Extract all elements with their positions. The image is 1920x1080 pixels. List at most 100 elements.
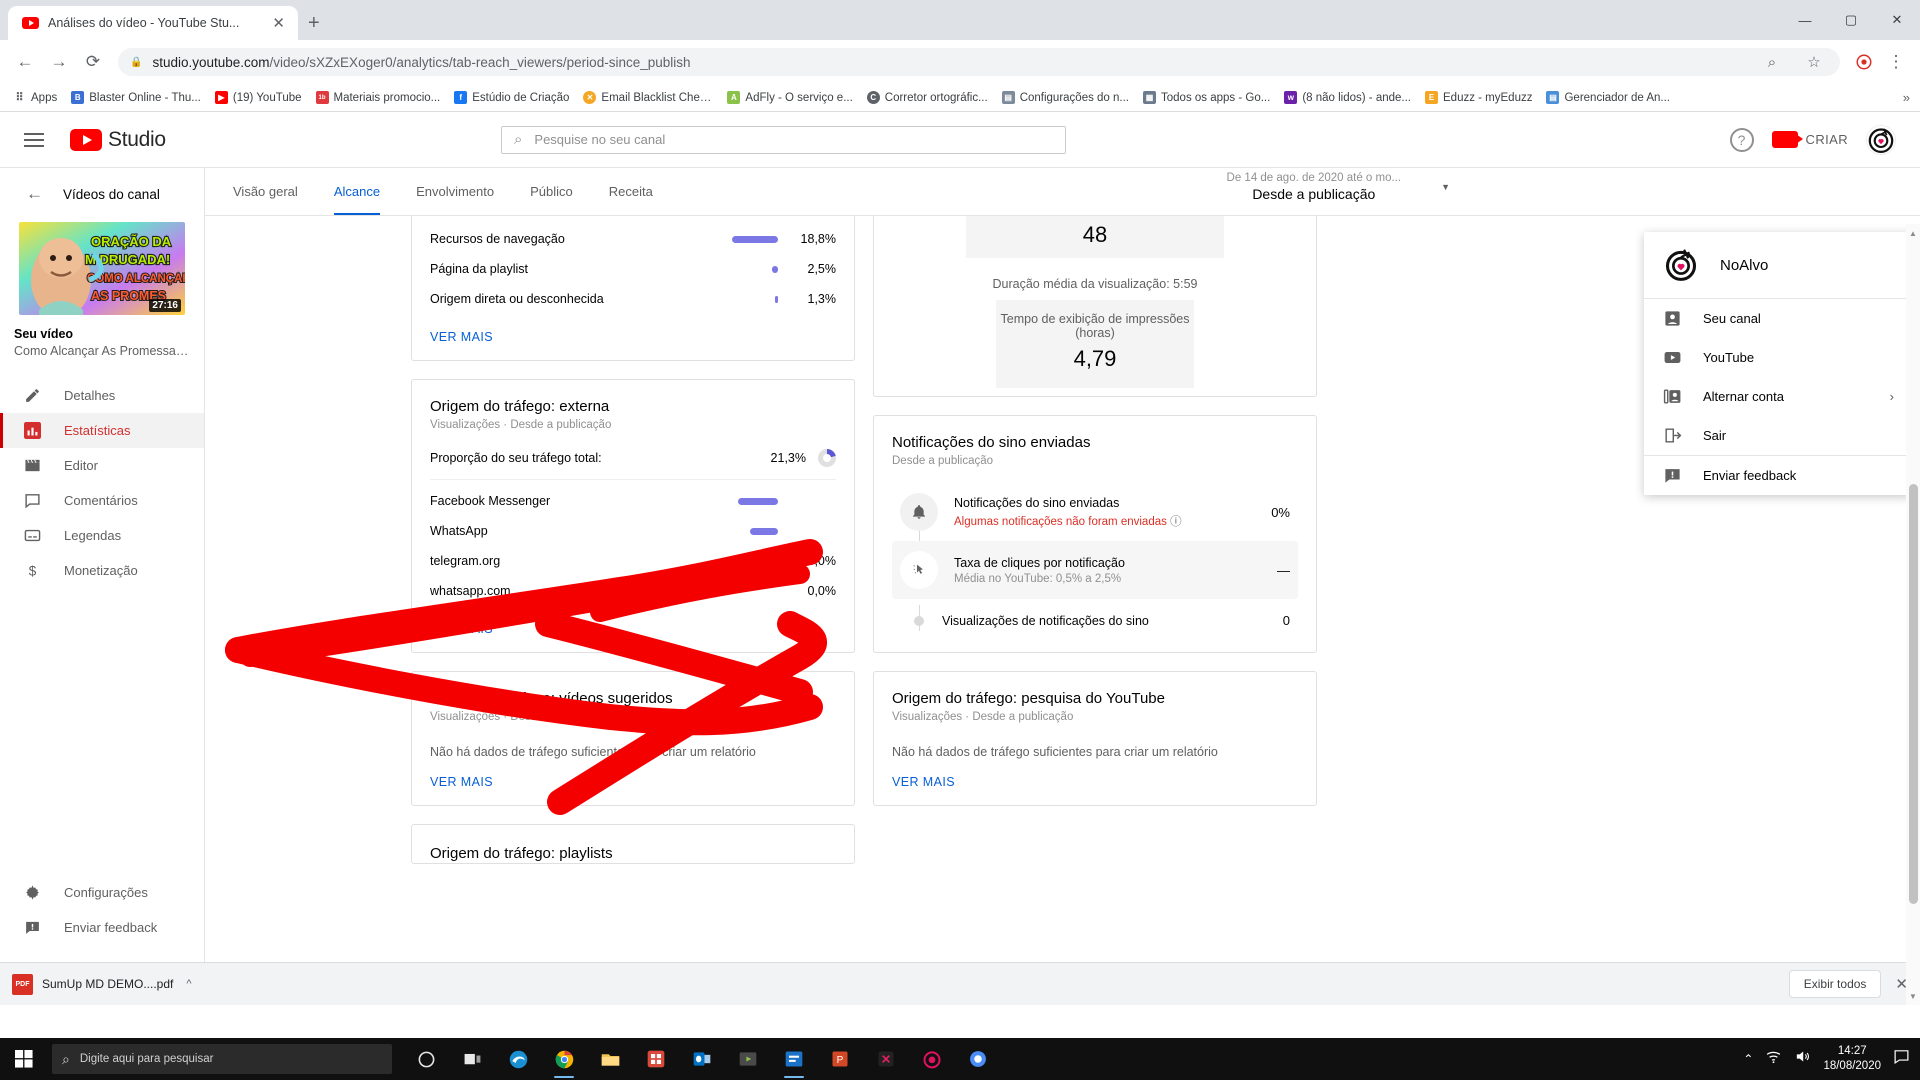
address-bar[interactable]: 🔒 studio.youtube.com/video/sXZxEXoger0/a… [118,48,1840,76]
tab-receita[interactable]: Receita [591,168,671,215]
sidebar-item-estatisticas[interactable]: Estatísticas [0,413,204,448]
outlook-icon[interactable] [680,1038,724,1080]
back-icon[interactable]: ← [10,47,40,77]
download-item[interactable]: PDF SumUp MD DEMO....pdf ^ [12,973,192,995]
card-subtitle: Visualizações · Desde a publicação [430,419,612,431]
funnel-top-number: 48 [1082,222,1108,247]
sidebar-item-comentarios[interactable]: Comentários [0,483,204,518]
scroll-down-arrow-icon[interactable]: ▼ [1906,989,1920,1003]
tab-envolvimento[interactable]: Envolvimento [398,168,512,215]
vertical-scrollbar[interactable]: ▲ ▼ [1906,224,1920,1005]
video-title: Como Alcançar As Promessas De D... [14,344,190,358]
bookmark-item[interactable]: ▤ Gerenciador de An... [1539,88,1676,107]
new-tab-button[interactable]: + [308,13,320,33]
bookmark-item[interactable]: 1b Materiais promocio... [309,88,448,107]
avatar[interactable] [1866,124,1896,155]
browser2-icon[interactable] [956,1038,1000,1080]
minimize-button[interactable]: — [1782,0,1828,40]
account-item-seu-canal[interactable]: Seu canal [1644,299,1912,338]
account-item-sair[interactable]: Sair [1644,416,1912,455]
sidebar-item-monetizacao[interactable]: $ Monetização [0,553,204,588]
cortana-icon[interactable] [404,1038,448,1080]
task-view-icon[interactable] [450,1038,494,1080]
volume-icon[interactable] [1794,1048,1811,1070]
notification-icon[interactable] [1893,1048,1910,1070]
bookmarks-overflow-icon[interactable]: » [1903,90,1914,105]
help-icon[interactable]: ? [1729,127,1754,152]
row-label: whatsapp.com [430,584,511,598]
account-item-enviar-feedback[interactable]: Enviar feedback [1644,456,1912,495]
row-label: telegram.org [430,554,501,568]
bookmark-item[interactable]: ▦ Todos os apps - Go... [1136,88,1277,107]
browser-tab[interactable]: Análises do vídeo - YouTube Stu... ✕ [8,6,298,40]
camtasia-icon[interactable] [726,1038,770,1080]
window-controls: — ▢ ✕ [1782,0,1920,40]
svg-text:COMO ALCANÇAR: COMO ALCANÇAR [87,273,185,285]
maximize-button[interactable]: ▢ [1828,0,1874,40]
search-input[interactable]: ⌕ Pesquise no seu canal [501,125,1066,154]
powerpoint-icon[interactable]: P [818,1038,862,1080]
account-item-youtube[interactable]: YouTube [1644,338,1912,377]
sidebar-bottom-nav: Configurações Enviar feedback [0,875,204,945]
forward-icon[interactable]: → [44,47,74,77]
svg-text:$: $ [28,563,36,578]
ver-mais-link[interactable]: VER MAIS [430,775,493,789]
store-icon[interactable] [634,1038,678,1080]
noalvo-icon[interactable] [910,1038,954,1080]
tab-visao-geral[interactable]: Visão geral [215,168,316,215]
chevron-up-icon[interactable]: ^ [186,978,191,990]
tab-alcance[interactable]: Alcance [316,168,398,215]
bookmark-star-icon[interactable]: ☆ [1800,48,1828,76]
clock-date: 18/08/2020 [1823,1060,1881,1072]
show-all-downloads-button[interactable]: Exibir todos [1788,970,1882,998]
bookmark-item[interactable]: ▶ (19) YouTube [208,88,309,107]
close-icon[interactable]: ✕ [269,14,288,32]
back-to-videos-button[interactable]: ← Vídeos do canal [0,168,204,218]
reload-icon[interactable]: ⟳ [78,47,108,77]
tab-publico[interactable]: Público [512,168,591,215]
ver-mais-link[interactable]: VER MAIS [430,330,493,344]
scrollbar-thumb[interactable] [1909,484,1918,904]
bookmark-item[interactable]: B Blaster Online - Thu... [64,88,208,107]
tray-expand-icon[interactable]: ⌃ [1743,1052,1753,1066]
sidebar-item-legendas[interactable]: Legendas [0,518,204,553]
video-thumbnail[interactable]: ORAÇÃO DA M DRUGADA! COMO ALCANÇAR AS PR… [19,222,185,315]
create-button[interactable]: CRIAR [1771,131,1848,148]
chrome-icon[interactable] [542,1038,586,1080]
bookmark-item[interactable]: w (8 não lidos) - ande... [1277,88,1418,107]
ver-mais-link[interactable]: VER MAIS [892,775,955,789]
info-icon[interactable]: ⓘ [1170,516,1182,528]
window-close-button[interactable]: ✕ [1874,0,1920,40]
app-dark-icon[interactable] [864,1038,908,1080]
extension-icon[interactable] [1850,48,1878,76]
chevron-down-icon[interactable]: ▼ [1441,182,1450,192]
bookmark-item[interactable]: ✕ Email Blacklist Chec... [576,88,720,107]
sidebar-item-configuracoes[interactable]: Configurações [0,875,204,910]
browser-menu-icon[interactable]: ⋮ [1882,48,1910,76]
windows-icon[interactable] [0,1038,48,1080]
edge-icon[interactable] [496,1038,540,1080]
app-blue-icon[interactable] [772,1038,816,1080]
clock[interactable]: 14:27 18/08/2020 [1823,1044,1881,1074]
file-explorer-icon[interactable] [588,1038,632,1080]
sidebar-item-editor[interactable]: Editor [0,448,204,483]
scroll-up-arrow-icon[interactable]: ▲ [1906,226,1920,240]
bookmark-item[interactable]: E Eduzz - myEduzz [1418,88,1539,107]
studio-logo[interactable]: Studio [70,128,166,152]
date-range-selector[interactable]: De 14 de ago. de 2020 até o mo... Desde … [1227,172,1450,202]
bookmark-apps[interactable]: ⠿ Apps [6,88,64,107]
bookmark-item[interactable]: A AdFly - O serviço e... [720,88,859,107]
bookmark-item[interactable]: ▤ Configurações do n... [995,88,1136,107]
card-title: Origem do tráfego: playlists [430,845,613,862]
ver-mais-link[interactable]: VER MAIS [430,622,493,636]
bookmark-item[interactable]: C Corretor ortográfic... [860,88,995,107]
wifi-icon[interactable] [1765,1048,1782,1070]
menu-icon[interactable] [24,128,48,152]
sidebar-item-enviar-feedback[interactable]: Enviar feedback [0,910,204,945]
account-item-alternar-conta[interactable]: Alternar conta › [1644,377,1912,416]
taskbar-search-input[interactable]: ⌕ Digite aqui para pesquisar [52,1044,392,1074]
bookmark-item[interactable]: f Estúdio de Criação [447,88,576,107]
search-icon[interactable]: ⌕ [1758,48,1786,76]
system-tray: ⌃ 14:27 18/08/2020 [1743,1044,1920,1074]
sidebar-item-detalhes[interactable]: Detalhes [0,378,204,413]
